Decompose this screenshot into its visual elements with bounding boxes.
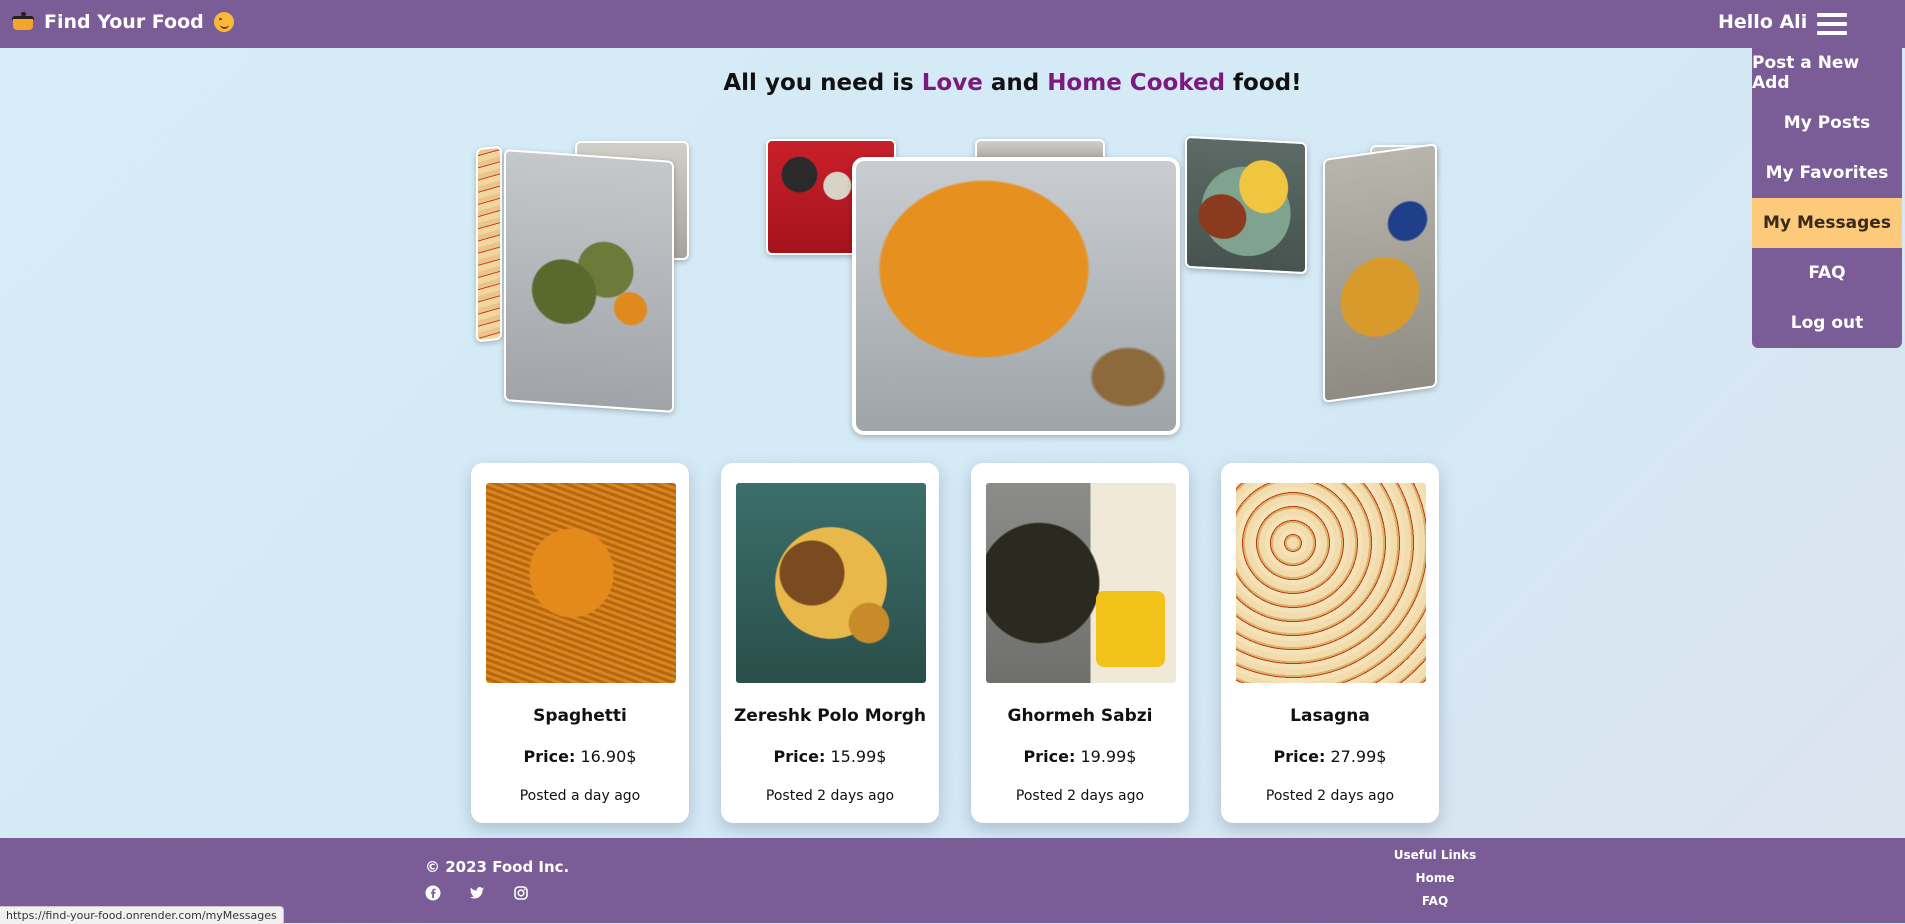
hamburger-menu-icon[interactable] [1817,13,1847,37]
posted-time: Posted 2 days ago [1015,788,1145,804]
food-name: Spaghetti [533,706,627,726]
food-price: Price: 19.99$ [971,747,1189,766]
footer-link-home[interactable]: Home [1360,871,1510,885]
menu-item-my-favorites[interactable]: My Favorites [1752,148,1902,198]
instagram-icon[interactable] [513,885,529,901]
price-value: 19.99$ [1080,747,1137,766]
food-image [986,483,1176,683]
food-price: Price: 27.99$ [1221,747,1439,766]
menu-item-log-out[interactable]: Log out [1752,298,1902,348]
price-value: 16.90$ [580,747,637,766]
yum-face-icon [213,12,234,32]
price-label: Price: [523,747,576,766]
food-price: Price: 15.99$ [721,747,939,766]
price-value: 27.99$ [1330,747,1387,766]
headline-prefix: All you need is [723,70,922,96]
site-footer: © 2023 Food Inc. Useful Links Home FAQ [0,838,1905,923]
food-carousel[interactable] [470,135,1450,435]
menu-item-my-messages[interactable]: My Messages [1752,198,1902,248]
social-links [425,885,529,901]
posted-time: Posted 2 days ago [765,788,895,804]
useful-links: Useful Links Home FAQ [1360,848,1510,917]
price-label: Price: [1273,747,1326,766]
useful-links-title: Useful Links [1393,848,1477,862]
headline-love: Love [921,70,983,96]
food-name: Lasagna [1290,706,1370,726]
top-navbar: Find Your Food Hello Ali [0,0,1905,48]
footer-link-faq[interactable]: FAQ [1360,894,1510,908]
facebook-icon[interactable] [425,885,441,901]
headline-home-cooked: Home Cooked [1047,70,1226,96]
hero-headline: All you need is Love and Home Cooked foo… [0,70,1905,96]
posted-time: Posted a day ago [519,788,641,804]
brand-name: Find Your Food [44,11,204,33]
food-card[interactable]: Zereshk Polo Morgh Price: 15.99$ Posted … [721,463,939,823]
cooking-pot-icon [12,12,34,32]
carousel-slide[interactable] [476,145,502,343]
carousel-slide[interactable] [1185,135,1307,275]
food-image [1236,483,1426,683]
menu-item-faq[interactable]: FAQ [1752,248,1902,298]
copyright-text: © 2023 Food Inc. [425,858,570,876]
headline-suffix: food! [1225,70,1302,96]
price-label: Price: [1023,747,1076,766]
carousel-slide-active[interactable] [852,157,1180,435]
posted-time: Posted 2 days ago [1265,788,1395,804]
headline-and: and [982,70,1048,96]
carousel-slide[interactable] [1323,142,1437,404]
food-card[interactable]: Spaghetti Price: 16.90$ Posted a day ago [471,463,689,823]
food-card[interactable]: Ghormeh Sabzi Price: 19.99$ Posted 2 day… [971,463,1189,823]
price-label: Price: [773,747,826,766]
food-name: Ghormeh Sabzi [1007,706,1153,726]
menu-item-my-posts[interactable]: My Posts [1752,98,1902,148]
brand-link[interactable]: Find Your Food [12,11,234,33]
food-card[interactable]: Lasagna Price: 27.99$ Posted 2 days ago [1221,463,1439,823]
food-image [486,483,676,683]
food-image [736,483,926,683]
food-price: Price: 16.90$ [471,747,689,766]
user-greeting: Hello Ali [1718,11,1808,33]
twitter-icon[interactable] [469,885,485,901]
carousel-slide[interactable] [504,149,674,413]
price-value: 15.99$ [830,747,887,766]
browser-status-url: https://find-your-food.onrender.com/myMe… [0,906,284,924]
food-name: Zereshk Polo Morgh [733,706,927,726]
